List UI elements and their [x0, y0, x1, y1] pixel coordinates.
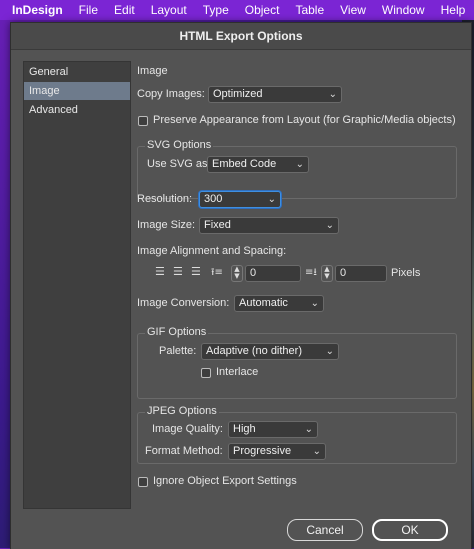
copy-images-label: Copy Images: [137, 88, 205, 100]
interlace-label: Interlace [216, 366, 259, 378]
use-svg-as-label: Use SVG as: [147, 158, 211, 170]
sidebar-item-advanced[interactable]: Advanced [24, 101, 130, 119]
chevron-down-icon: ⌄ [310, 298, 319, 309]
space-before-stepper[interactable]: ▲ ▼ [231, 265, 243, 282]
chevron-down-icon: ⌄ [267, 194, 276, 205]
chevron-down-icon: ⌄ [325, 346, 334, 357]
space-after-stepper[interactable]: ▲ ▼ [321, 265, 333, 282]
units-label: Pixels [391, 267, 421, 279]
resolution-value: 300 [204, 193, 223, 205]
space-after-field[interactable]: 0 [335, 265, 387, 282]
resolution-combobox[interactable]: 300 ⌄ [199, 191, 281, 208]
chevron-down-icon: ⌄ [325, 220, 334, 231]
menu-help[interactable]: Help [433, 3, 474, 17]
dialog-title: HTML Export Options [11, 23, 471, 50]
category-list: General Image Advanced [23, 61, 131, 509]
align-right-icon[interactable]: ☰ [191, 265, 201, 278]
menu-window[interactable]: Window [374, 3, 433, 17]
use-svg-as-dropdown[interactable]: Embed Code ⌄ [207, 156, 309, 173]
preserve-appearance-checkbox[interactable] [138, 116, 148, 126]
align-center-icon[interactable]: ☰ [173, 265, 183, 278]
copy-images-dropdown[interactable]: Optimized ⌄ [208, 86, 342, 103]
copy-images-value: Optimized [213, 88, 263, 100]
menu-file[interactable]: File [71, 3, 106, 17]
image-quality-dropdown[interactable]: High ⌄ [228, 421, 318, 438]
resolution-label: Resolution: [137, 193, 193, 205]
format-method-dropdown[interactable]: Progressive ⌄ [228, 443, 326, 460]
space-before-value: 0 [250, 267, 257, 279]
menubar: InDesign File Edit Layout Type Object Ta… [0, 0, 474, 20]
chevron-down-icon: ⌄ [328, 89, 337, 100]
image-quality-label: Image Quality: [152, 423, 223, 435]
section-title: Image [137, 65, 168, 77]
html-export-options-dialog: HTML Export Options General Image Advanc… [10, 22, 472, 549]
space-after-icon: ≡⭳ [305, 267, 317, 278]
palette-label: Palette: [159, 345, 197, 357]
chevron-down-icon: ⌄ [295, 159, 304, 170]
ok-button[interactable]: OK [372, 519, 448, 541]
chevron-down-icon: ⌄ [304, 424, 313, 435]
image-conversion-label: Image Conversion: [137, 297, 230, 309]
image-conversion-dropdown[interactable]: Automatic ⌄ [234, 295, 324, 312]
format-method-value: Progressive [233, 445, 292, 457]
menu-object[interactable]: Object [237, 3, 288, 17]
ignore-object-export-label: Ignore Object Export Settings [153, 475, 297, 487]
menu-layout[interactable]: Layout [143, 3, 195, 17]
svg-options-title: SVG Options [145, 139, 214, 151]
ignore-object-export-checkbox[interactable] [138, 477, 148, 487]
image-settings-panel: Image Copy Images: Optimized ⌄ Preserve … [137, 61, 463, 521]
gif-options-title: GIF Options [145, 326, 209, 338]
align-left-icon[interactable]: ☰ [155, 265, 165, 278]
menu-app-indesign[interactable]: InDesign [0, 3, 71, 17]
chevron-down-icon: ⌄ [312, 446, 321, 457]
image-quality-value: High [233, 423, 256, 435]
format-method-label: Format Method: [145, 445, 223, 457]
menu-view[interactable]: View [332, 3, 374, 17]
image-conversion-value: Automatic [239, 297, 288, 309]
sidebar-item-image[interactable]: Image [24, 82, 130, 100]
menu-type[interactable]: Type [195, 3, 237, 17]
palette-dropdown[interactable]: Adaptive (no dither) ⌄ [201, 343, 339, 360]
image-size-value: Fixed [204, 219, 231, 231]
space-before-icon: ⭱≡ [211, 267, 223, 278]
interlace-checkbox[interactable] [201, 368, 211, 378]
image-size-dropdown[interactable]: Fixed ⌄ [199, 217, 339, 234]
image-size-label: Image Size: [137, 219, 196, 231]
jpeg-options-title: JPEG Options [145, 405, 219, 417]
sidebar-item-general[interactable]: General [24, 63, 130, 81]
alignment-title: Image Alignment and Spacing: [137, 245, 287, 257]
menu-table[interactable]: Table [287, 3, 332, 17]
preserve-appearance-label: Preserve Appearance from Layout (for Gra… [153, 114, 456, 126]
use-svg-as-value: Embed Code [212, 158, 277, 170]
space-after-value: 0 [340, 267, 347, 279]
menu-edit[interactable]: Edit [106, 3, 143, 17]
space-before-field[interactable]: 0 [245, 265, 301, 282]
palette-value: Adaptive (no dither) [206, 345, 302, 357]
cancel-button[interactable]: Cancel [287, 519, 363, 541]
